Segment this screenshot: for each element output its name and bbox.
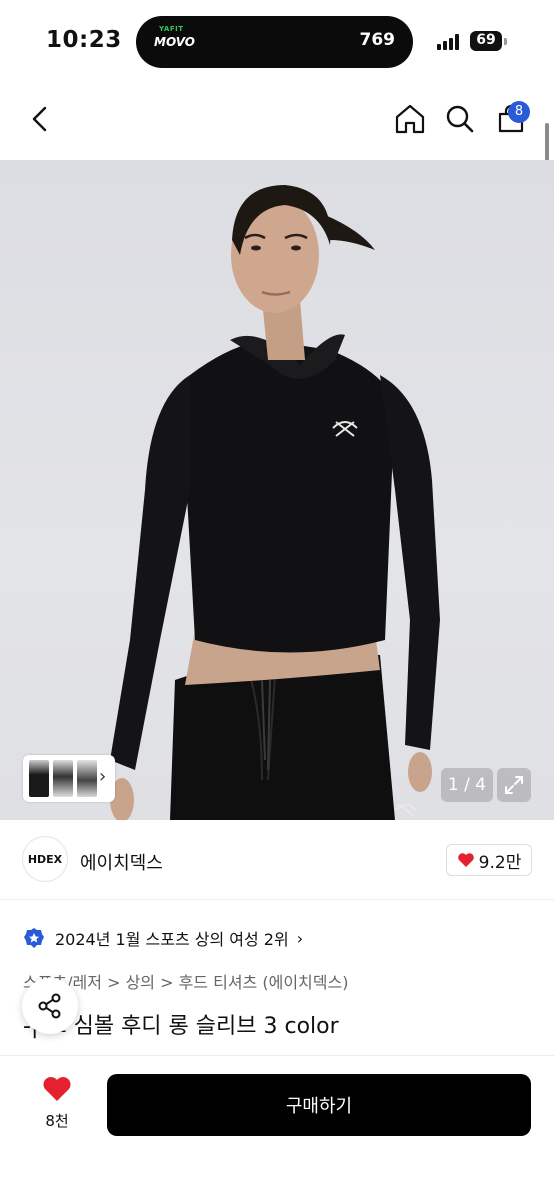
back-icon <box>32 106 47 132</box>
movo-app-logo: YAFIT MOVO <box>154 25 195 57</box>
search-button[interactable] <box>443 102 477 136</box>
brand-name[interactable]: 에이치덱스 <box>80 849 163 875</box>
status-bar: 10:23 YAFIT MOVO 769 69 <box>0 0 554 84</box>
island-app-top: YAFIT <box>159 25 184 33</box>
status-time: 10:23 <box>46 27 122 53</box>
cellular-signal-icon <box>437 34 463 50</box>
product-title-text: 스 심볼 후디 롱 슬리브 3 color <box>46 1014 339 1039</box>
share-icon <box>38 993 61 1019</box>
image-counter: 1 / 4 <box>441 768 493 802</box>
thumbnail-2[interactable] <box>53 760 73 797</box>
buy-button[interactable]: 구매하기 <box>107 1074 531 1136</box>
thumbnail-1[interactable] <box>29 760 49 797</box>
brand-row[interactable]: HDEX 에이치덱스 9.2만 <box>0 820 554 900</box>
expand-icon <box>505 776 523 794</box>
bottom-action-bar: 8천 구매하기 <box>0 1055 554 1200</box>
ranking-text: 2024년 1월 스포츠 상의 여성 2위 <box>55 930 289 949</box>
battery-cap <box>504 38 507 45</box>
heart-icon <box>43 1077 71 1101</box>
expand-button[interactable] <box>497 768 531 802</box>
top-nav <box>0 84 554 160</box>
model-photo <box>110 185 440 820</box>
wishlist-count: 8천 <box>45 1112 69 1130</box>
wishlist-button[interactable]: 8천 <box>34 1076 80 1136</box>
brand-logo[interactable]: HDEX <box>22 836 68 882</box>
brand-like-button[interactable]: 9.2만 <box>446 844 532 876</box>
back-button[interactable] <box>23 102 57 136</box>
ranking-row[interactable]: 2024년 1월 스포츠 상의 여성 2위 › <box>23 924 303 952</box>
island-app-name: MOVO <box>154 35 195 49</box>
ranking-badge-icon <box>24 928 44 948</box>
battery-level: 69 <box>476 32 496 48</box>
thumbnail-3[interactable] <box>77 760 97 797</box>
home-icon <box>395 104 425 134</box>
heart-icon <box>457 853 474 867</box>
dynamic-island[interactable]: YAFIT MOVO 769 <box>136 16 413 68</box>
search-icon <box>446 105 474 133</box>
thumbnail-strip[interactable]: › <box>23 755 115 802</box>
ranking-chevron: › <box>296 928 304 948</box>
share-button[interactable] <box>22 978 78 1034</box>
battery-icon: 69 <box>470 31 502 51</box>
product-image[interactable] <box>0 160 554 820</box>
brand-like-count: 9.2만 <box>478 852 522 873</box>
cart-count-badge: 8 <box>508 101 530 123</box>
thumbnail-next-chevron[interactable]: › <box>99 766 106 787</box>
home-button[interactable] <box>393 102 427 136</box>
island-steps: 769 <box>359 30 396 50</box>
